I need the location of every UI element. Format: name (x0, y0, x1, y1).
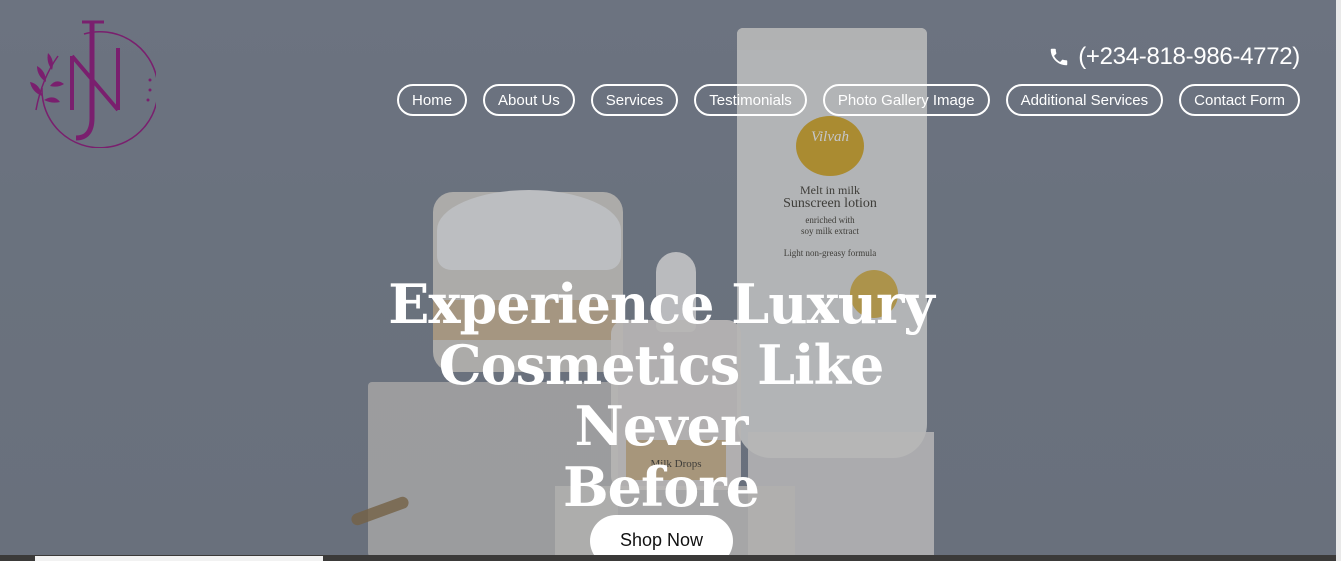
hero-headline-line2: Cosmetics Like Never (438, 333, 885, 458)
nav-services[interactable]: Services (590, 84, 679, 116)
nav-contact-form[interactable]: Contact Form (1179, 84, 1300, 116)
nj-monogram-logo (30, 20, 159, 149)
main-nav: Home About Us Services Testimonials Phot… (397, 84, 1300, 116)
page-scrollbar[interactable] (1336, 0, 1341, 561)
phone-number[interactable]: (+234-818-986-4772) (1078, 43, 1300, 71)
hero-section: Vilvah Melt in milk Sunscreen lotion enr… (0, 0, 1336, 561)
site-logo[interactable] (22, 18, 159, 149)
phone-icon (1050, 48, 1068, 66)
phone-contact[interactable]: (+234-818-986-4772) (1048, 42, 1300, 72)
nav-photo-gallery[interactable]: Photo Gallery Image (822, 84, 990, 116)
next-section-card-edge (35, 556, 323, 561)
nav-testimonials[interactable]: Testimonials (694, 84, 807, 116)
nav-home[interactable]: Home (397, 84, 468, 116)
hero-headline-line3: Before (562, 455, 760, 519)
hero-headline: Experience Luxury Cosmetics Like Never B… (356, 274, 966, 518)
hero-headline-line1: Experience Luxury (388, 272, 935, 336)
nav-about-us[interactable]: About Us (483, 84, 575, 116)
nav-additional-services[interactable]: Additional Services (1005, 84, 1164, 116)
